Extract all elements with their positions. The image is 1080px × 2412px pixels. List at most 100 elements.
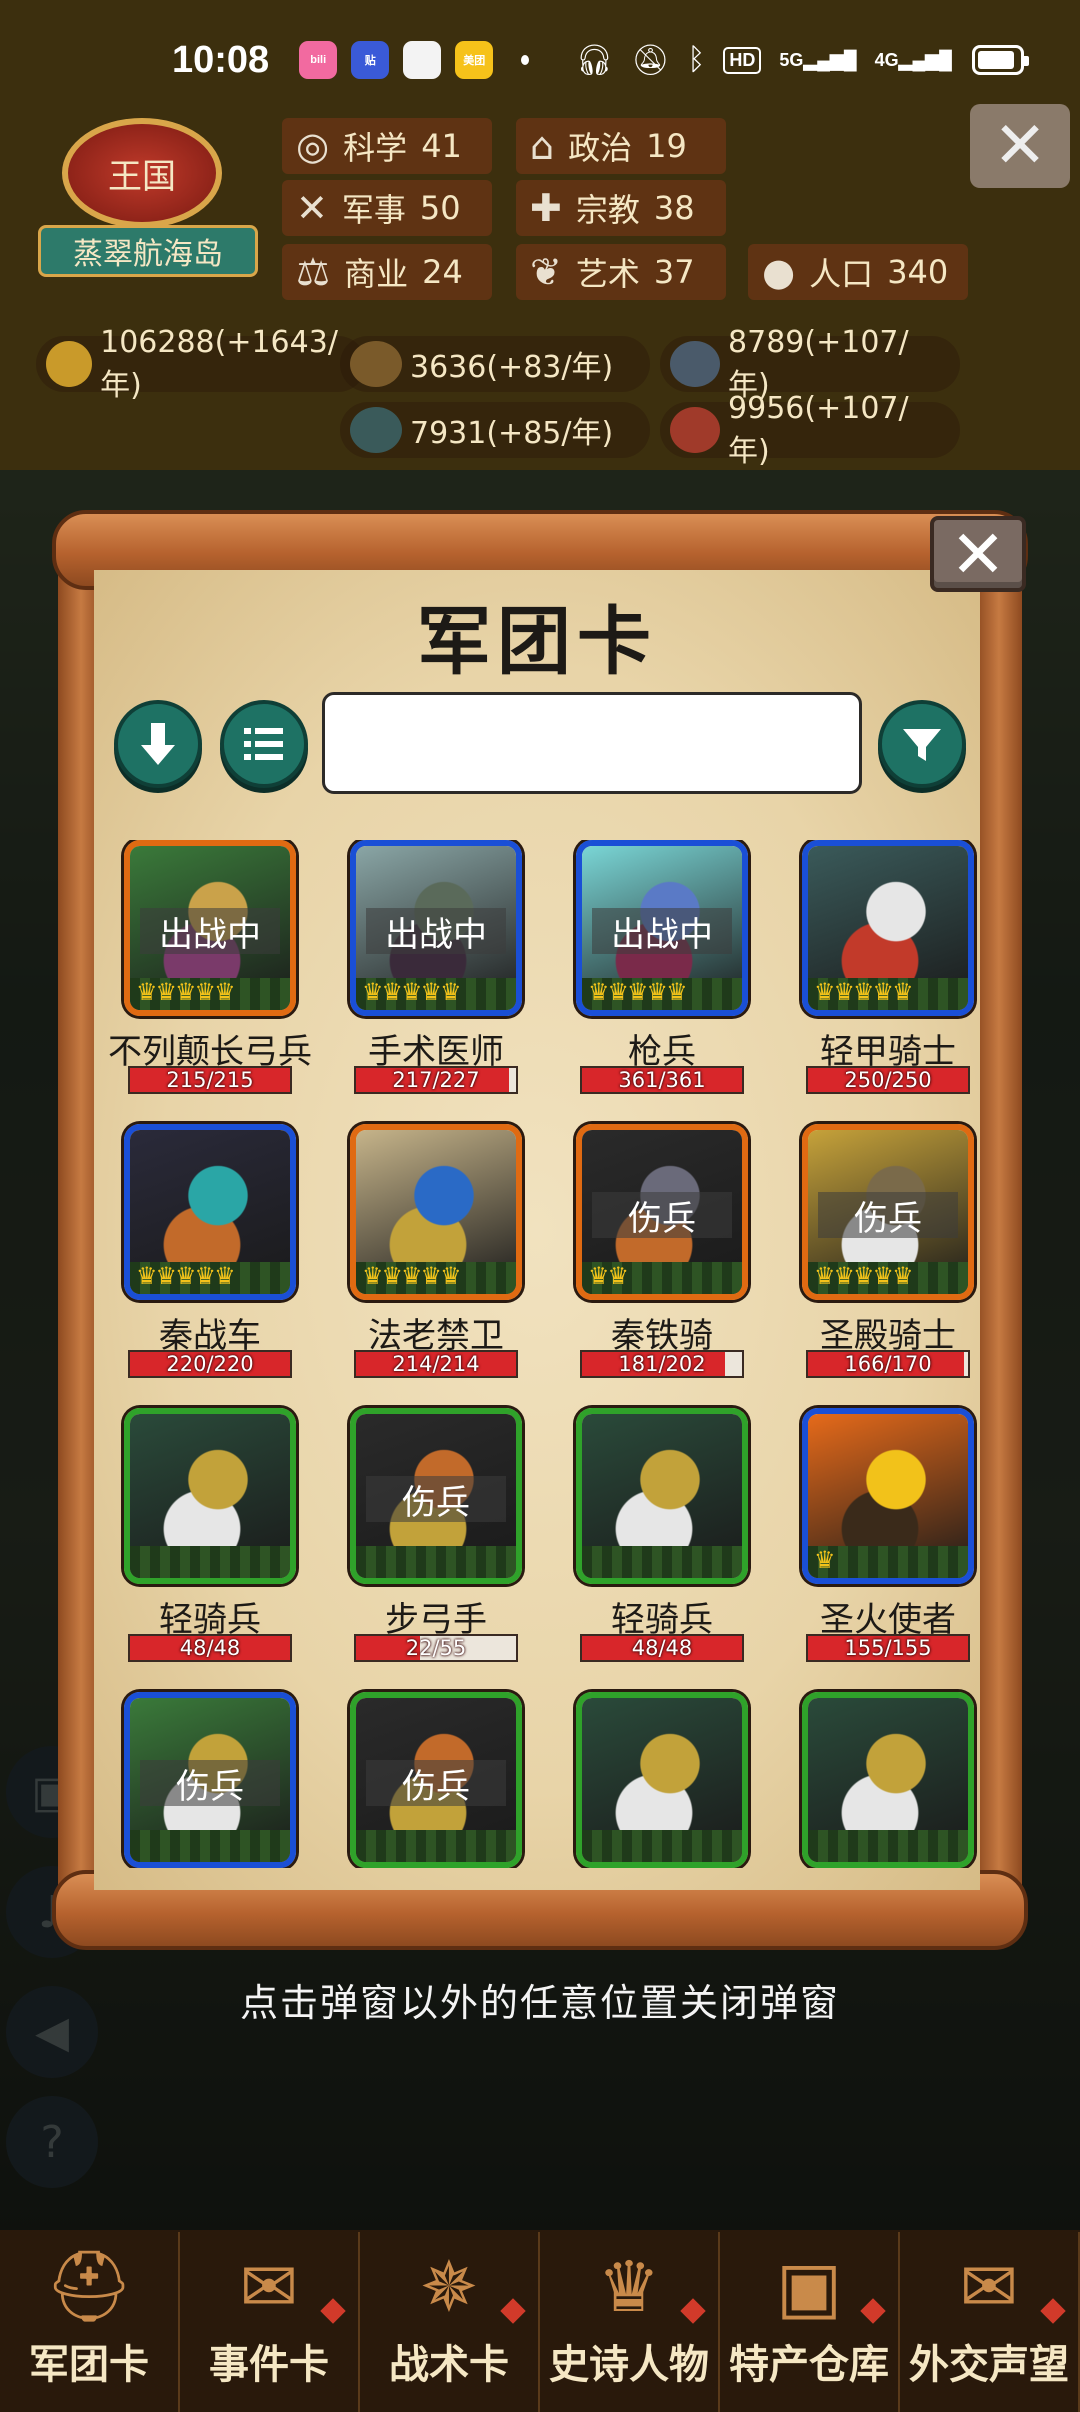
signal-5g-icon: 5G▂▄▆█ bbox=[779, 49, 857, 70]
unit-status-badge: 伤兵 bbox=[366, 1476, 506, 1523]
card-grass bbox=[808, 1830, 968, 1862]
legion-card[interactable] bbox=[556, 1692, 782, 1868]
kingdom-emblem[interactable]: 王国 bbox=[62, 118, 222, 228]
nav-item-0[interactable]: ⛑ 军团卡 bbox=[0, 2232, 180, 2412]
card-frame bbox=[802, 1692, 974, 1868]
stat-value: 41 bbox=[421, 127, 462, 165]
hp-text: 250/250 bbox=[844, 1068, 932, 1092]
card-frame: ♛♛♛♛♛ bbox=[802, 840, 974, 1016]
nav-item-2[interactable]: ✵ 战术卡 bbox=[360, 2232, 540, 2412]
unit-hp-bar: 48/48 bbox=[580, 1634, 744, 1662]
event-icon: ✉ bbox=[239, 2246, 299, 2328]
wood-icon bbox=[350, 341, 402, 387]
sort-button[interactable] bbox=[114, 700, 202, 788]
bottom-nav: ⛑ 军团卡 ✉ 事件卡 ✵ 战术卡 ♛ 史诗人物 ▣ 特产仓库 ✉ 外交声望 bbox=[0, 2232, 1080, 2412]
gold-icon bbox=[46, 341, 93, 387]
stat-6[interactable]: ● 人口 340 bbox=[748, 244, 968, 300]
signal-4g-icon: 4G▂▄▆█ bbox=[874, 49, 952, 70]
unit-hp-bar: 214/214 bbox=[354, 1350, 518, 1378]
hp-text: 361/361 bbox=[618, 1068, 706, 1092]
stat-1[interactable]: ⌂ 政治 19 bbox=[516, 118, 726, 174]
unit-status-badge: 出战中 bbox=[592, 908, 732, 955]
resource-amount: 3636(+83/年) bbox=[410, 350, 614, 385]
art-icon: ❦ bbox=[530, 250, 562, 294]
unit-status-badge: 伤兵 bbox=[592, 1192, 732, 1239]
nav-badge bbox=[320, 2298, 346, 2324]
legion-card[interactable]: ♛♛♛♛♛ 秦战车 220/220 bbox=[104, 1124, 330, 1388]
card-frame bbox=[576, 1692, 748, 1868]
card-frame: ♛♛♛♛♛ bbox=[124, 1124, 296, 1300]
more-notifications-dot bbox=[521, 55, 530, 65]
hp-text: 220/220 bbox=[166, 1352, 254, 1376]
stat-value: 19 bbox=[646, 127, 687, 165]
card-frame: ♛ bbox=[802, 1408, 974, 1584]
legion-card[interactable]: ♛♛♛♛♛ 伤兵 圣殿骑士 166/170 bbox=[782, 1124, 980, 1388]
nav-label: 外交声望 bbox=[909, 2342, 1069, 2388]
list-view-button[interactable] bbox=[220, 700, 308, 788]
legion-card[interactable]: ♛♛♛♛♛ 轻甲骑士 250/250 bbox=[782, 840, 980, 1104]
legion-card[interactable]: 伤兵 bbox=[104, 1692, 330, 1868]
nav-badge bbox=[860, 2298, 886, 2324]
headphones-icon: 🎧︎ bbox=[575, 43, 614, 77]
card-frame: ♛♛ 伤兵 bbox=[576, 1124, 748, 1300]
modal-title: 军团卡 bbox=[417, 598, 657, 685]
modal-close-button[interactable]: ✕ bbox=[930, 516, 1026, 593]
legion-card[interactable]: ♛ 圣火使者 155/155 bbox=[782, 1408, 980, 1672]
unit-hp-bar: 181/202 bbox=[580, 1350, 744, 1378]
resource-amount: 7931(+85/年) bbox=[410, 416, 614, 451]
legion-card[interactable]: ♛♛♛♛♛ 出战中 不列颠长弓兵 215/215 bbox=[104, 840, 330, 1104]
legion-card[interactable]: ♛♛♛♛♛ 出战中 手术医师 217/227 bbox=[330, 840, 556, 1104]
stat-3[interactable]: ✚ 宗教 38 bbox=[516, 180, 726, 236]
nav-item-1[interactable]: ✉ 事件卡 bbox=[180, 2232, 360, 2412]
stat-4[interactable]: ⚖ 商业 24 bbox=[282, 244, 492, 300]
legion-card[interactable]: ♛♛♛♛♛ 法老禁卫 214/214 bbox=[330, 1124, 556, 1388]
search-input[interactable] bbox=[322, 692, 862, 794]
hp-text: 166/170 bbox=[844, 1352, 932, 1376]
nav-badge bbox=[1040, 2298, 1066, 2324]
legion-card[interactable] bbox=[782, 1692, 980, 1868]
nav-badge bbox=[500, 2298, 526, 2324]
hp-text: 181/202 bbox=[618, 1352, 706, 1376]
stat-5[interactable]: ❦ 艺术 37 bbox=[516, 244, 726, 300]
nav-label: 事件卡 bbox=[209, 2342, 329, 2388]
unit-hp-bar: 220/220 bbox=[128, 1350, 292, 1378]
modal-toolbar bbox=[94, 692, 980, 800]
card-frame bbox=[124, 1408, 296, 1584]
nav-item-3[interactable]: ♛ 史诗人物 bbox=[540, 2232, 720, 2412]
rank-crowns: ♛♛♛♛♛ bbox=[136, 1262, 236, 1290]
list-icon bbox=[244, 728, 283, 760]
rank-crowns: ♛♛♛♛♛ bbox=[814, 1262, 914, 1290]
nav-label: 特产仓库 bbox=[729, 2342, 889, 2388]
stat-0[interactable]: ◎ 科学 41 bbox=[282, 118, 492, 174]
legion-card[interactable]: ♛♛ 伤兵 秦铁骑 181/202 bbox=[556, 1124, 782, 1388]
legion-card[interactable]: 轻骑兵 48/48 bbox=[556, 1408, 782, 1672]
stat-label: 人口 bbox=[809, 255, 874, 293]
crossed-swords-icon: ✕ bbox=[296, 186, 328, 230]
legion-card[interactable]: 伤兵 步弓手 22/55 bbox=[330, 1408, 556, 1672]
stat-value: 50 bbox=[419, 189, 461, 227]
legion-card[interactable]: 轻骑兵 48/48 bbox=[104, 1408, 330, 1672]
stat-label: 宗教 bbox=[575, 191, 640, 229]
legion-card[interactable]: 伤兵 bbox=[330, 1692, 556, 1868]
card-frame: ♛♛♛♛♛ bbox=[350, 1124, 522, 1300]
rank-crowns: ♛♛♛♛♛ bbox=[588, 978, 688, 1006]
letter-icon: ✉ bbox=[959, 2246, 1019, 2328]
rank-crowns: ♛♛♛♛♛ bbox=[136, 978, 236, 1006]
stat-label: 军事 bbox=[341, 191, 406, 229]
stat-2[interactable]: ✕ 军事 50 bbox=[282, 180, 492, 236]
card-frame: ♛♛♛♛♛ 出战中 bbox=[124, 840, 296, 1016]
battery-icon bbox=[971, 45, 1030, 75]
unit-status-badge: 伤兵 bbox=[818, 1192, 958, 1239]
legion-card[interactable]: ♛♛♛♛♛ 出战中 枪兵 361/361 bbox=[556, 840, 782, 1104]
clock: 10:08 bbox=[172, 38, 270, 81]
stat-label: 科学 bbox=[343, 129, 408, 167]
unit-status-badge: 伤兵 bbox=[366, 1760, 506, 1807]
nav-item-5[interactable]: ✉ 外交声望 bbox=[900, 2232, 1080, 2412]
hp-text: 217/227 bbox=[392, 1068, 480, 1092]
scales-icon: ⚖ bbox=[296, 250, 331, 294]
nav-item-4[interactable]: ▣ 特产仓库 bbox=[720, 2232, 900, 2412]
card-frame: 伤兵 bbox=[124, 1692, 296, 1868]
hp-text: 214/214 bbox=[392, 1352, 480, 1376]
filter-button[interactable] bbox=[878, 700, 966, 788]
wallet-app-icon bbox=[403, 41, 442, 79]
